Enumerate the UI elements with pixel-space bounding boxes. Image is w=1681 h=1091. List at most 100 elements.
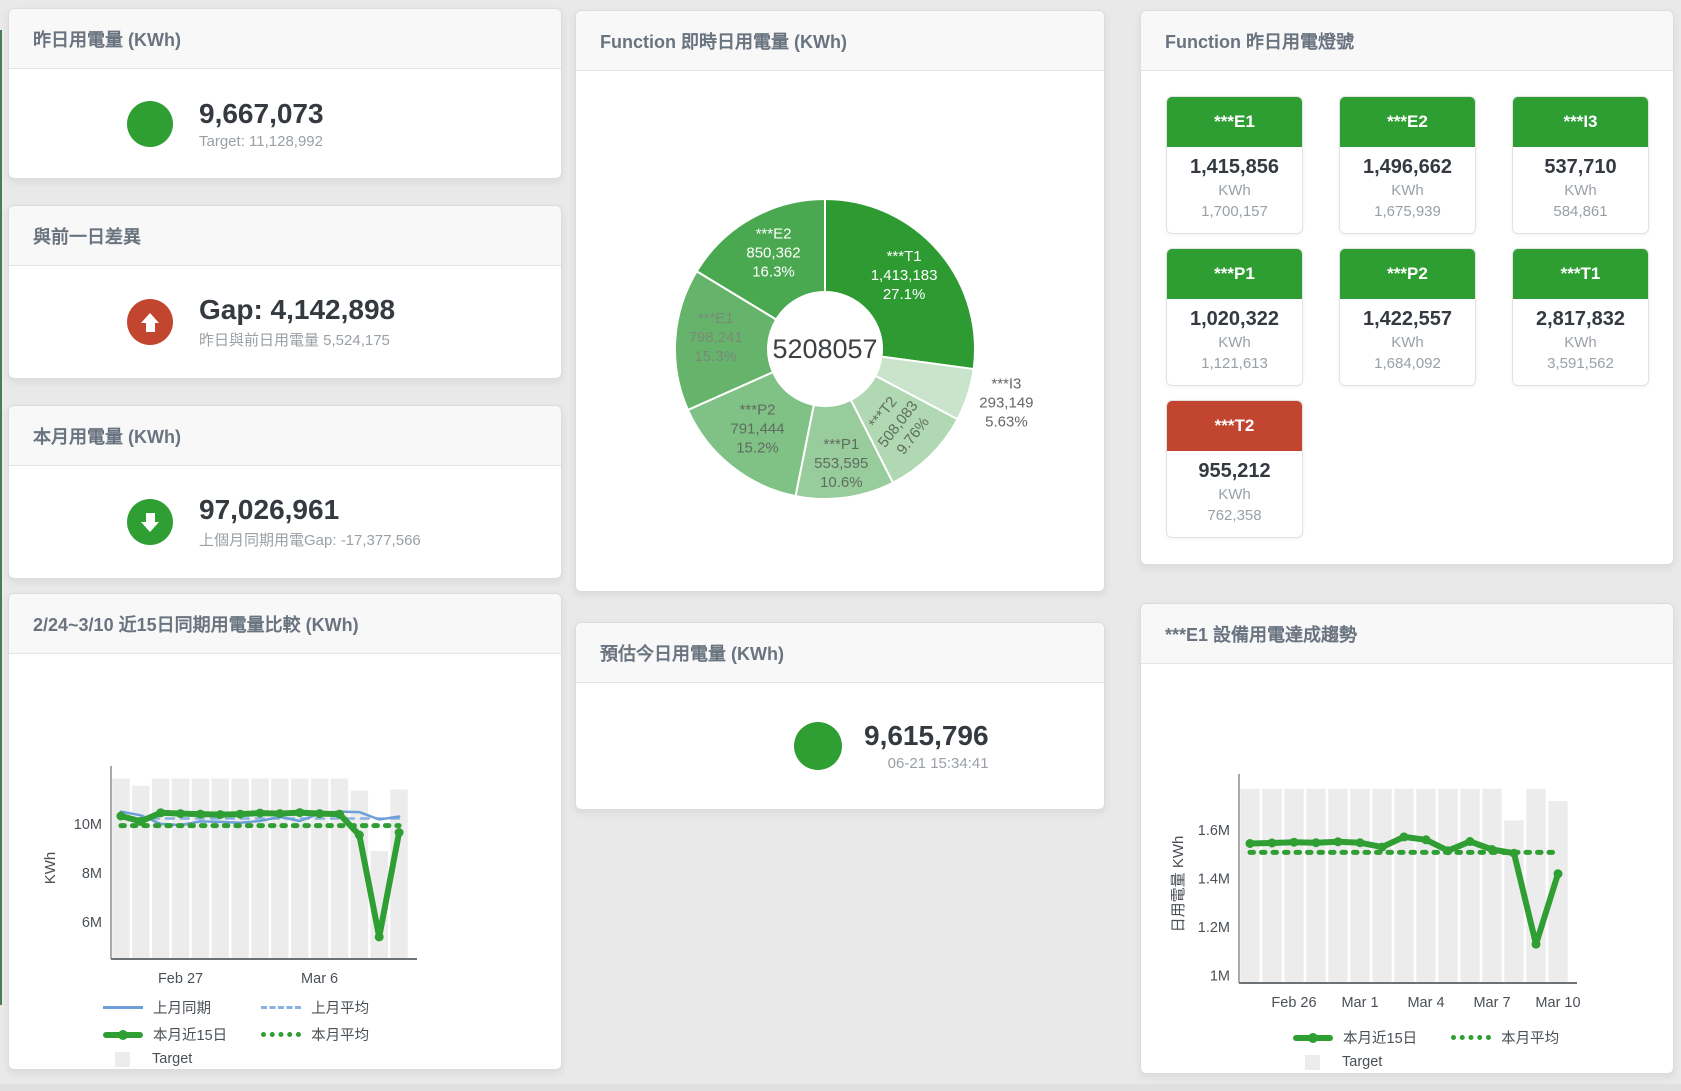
target-bar <box>1372 789 1391 983</box>
target-bar <box>1482 789 1501 983</box>
stat-subtext: Target: 11,128,992 <box>199 133 324 150</box>
legend-label: 上月同期 <box>153 997 211 1018</box>
card-header: Function 昨日用電燈號 <box>1141 11 1673 71</box>
slice-label: ***I3293,1495.63% <box>979 375 1033 430</box>
legend-label: 本月平均 <box>1501 1027 1559 1048</box>
legend-swatch-gray-square-icon <box>1305 1055 1320 1070</box>
target-bar <box>1240 789 1259 983</box>
card-header: 預估今日用電量 (KWh) <box>576 623 1104 683</box>
stat-value: 9,667,073 <box>199 98 324 130</box>
legend-label: 上月平均 <box>311 997 369 1018</box>
tile-unit: KWh <box>1171 332 1298 353</box>
svg-text:1.4M: 1.4M <box>1198 872 1230 888</box>
target-bar <box>1438 789 1457 983</box>
svg-text:Feb 27: Feb 27 <box>158 971 203 987</box>
tile-name: ***E1 <box>1214 112 1255 132</box>
card-header: 與前一日差異 <box>9 206 561 266</box>
stat-body: 9,667,073 Target: 11,128,992 <box>9 69 561 178</box>
target-bar <box>1306 789 1325 983</box>
card-title: 昨日用電量 (KWh) <box>33 26 181 52</box>
legend-swatch-blue-dash-icon <box>261 1006 301 1009</box>
donut-chart[interactable]: ***T11,413,18327.1%***I3293,1495.63%***T… <box>576 71 1104 581</box>
light-tile-p1: ***P11,020,322KWh1,121,613 <box>1166 248 1303 386</box>
legend-item[interactable]: Target <box>1293 1054 1417 1070</box>
stat-body: Gap: 4,142,898 昨日與前日用電量 5,524,175 <box>9 266 561 378</box>
tile-name: ***T1 <box>1561 264 1601 284</box>
status-circle-green-icon <box>127 101 173 147</box>
target-bar <box>1350 789 1369 983</box>
stat-text: Gap: 4,142,898 昨日與前日用電量 5,524,175 <box>199 294 395 350</box>
legend-swatch-gray-square-icon <box>115 1052 130 1067</box>
trend-chart-wrap: 1M1.2M1.4M1.6MFeb 26Mar 1Mar 4Mar 7Mar 1… <box>1141 664 1673 1070</box>
tile-unit: KWh <box>1344 332 1471 353</box>
svg-text:10M: 10M <box>74 817 102 833</box>
trend-chart[interactable]: 1M1.2M1.4M1.6MFeb 26Mar 1Mar 4Mar 7Mar 1… <box>1149 664 1657 1012</box>
tile-value: 537,710 <box>1517 154 1644 180</box>
target-bar <box>1416 789 1435 983</box>
target-bar <box>1328 789 1347 983</box>
tile-value: 1,020,322 <box>1171 306 1298 332</box>
legend-item[interactable]: 本月平均 <box>1451 1027 1559 1048</box>
legend-item[interactable]: 本月近15日 <box>103 1024 227 1045</box>
tile-name: ***P2 <box>1387 264 1428 284</box>
tile-unit: KWh <box>1517 180 1644 201</box>
legend-label: 本月近15日 <box>153 1024 227 1045</box>
tile-body: 1,422,557KWh1,684,092 <box>1340 299 1475 385</box>
tile-status-header: ***E1 <box>1167 97 1302 147</box>
tile-target-value: 3,591,562 <box>1517 353 1644 374</box>
tile-target-value: 1,684,092 <box>1344 353 1471 374</box>
card-header: 昨日用電量 (KWh) <box>9 9 561 69</box>
legend-item[interactable]: 本月平均 <box>261 1024 369 1045</box>
svg-text:8M: 8M <box>82 866 102 882</box>
stat-text: 97,026,961 上個月同期用電Gap: -17,377,566 <box>199 494 421 550</box>
light-tile-t2: ***T2955,212KWh762,358 <box>1166 400 1303 538</box>
tile-value: 1,422,557 <box>1344 306 1471 332</box>
legend-item[interactable]: 上月同期 <box>103 997 227 1018</box>
svg-text:Mar 7: Mar 7 <box>1473 995 1510 1011</box>
trend-legend: 本月近15日 本月平均 Target <box>1293 1027 1559 1070</box>
stat-text: 9,615,796 06-21 15:34:41 <box>864 720 989 772</box>
tile-status-header: ***T2 <box>1167 401 1302 451</box>
tile-value: 1,415,856 <box>1171 154 1298 180</box>
card-title: 2/24~3/10 近15日同期用電量比較 (KWh) <box>33 611 359 637</box>
target-bar <box>1504 820 1523 983</box>
legend-item[interactable]: 上月平均 <box>261 997 369 1018</box>
compare-chart[interactable]: 6M8M10MFeb 27Mar 6KWh <box>17 654 553 990</box>
tile-name: ***E2 <box>1387 112 1428 132</box>
card-title: ***E1 設備用電達成趨勢 <box>1165 621 1357 647</box>
tile-name: ***P1 <box>1214 264 1255 284</box>
card-trend-chart: ***E1 設備用電達成趨勢 1M1.2M1.4M1.6MFeb 26Mar 1… <box>1140 603 1674 1074</box>
legend-swatch-blue-line-icon <box>103 1006 143 1009</box>
tile-target-value: 1,700,157 <box>1171 201 1298 222</box>
target-bar <box>152 779 170 960</box>
stat-text: 9,667,073 Target: 11,128,992 <box>199 98 324 150</box>
legend-swatch-green-dot-icon <box>1451 1035 1491 1040</box>
target-bar <box>172 779 190 960</box>
card-header: 本月用電量 (KWh) <box>9 406 561 466</box>
compare-legend: 上月同期 上月平均本月近15日 本月平均 Target <box>103 997 369 1067</box>
target-bar <box>311 779 329 960</box>
arrow-down-icon <box>127 499 173 545</box>
card-header: Function 即時日用電量 (KWh) <box>576 11 1104 71</box>
svg-text:Mar 4: Mar 4 <box>1407 995 1444 1011</box>
stat-subtext: 上個月同期用電Gap: -17,377,566 <box>199 529 421 550</box>
tile-status-header: ***T1 <box>1513 249 1648 299</box>
target-bar <box>291 779 309 960</box>
svg-text:Feb 26: Feb 26 <box>1271 995 1316 1011</box>
legend-swatch-green-line-icon <box>1293 1035 1333 1041</box>
bottom-band <box>0 1084 1681 1091</box>
tile-body: 2,817,832KWh3,591,562 <box>1513 299 1648 385</box>
legend-item[interactable]: Target <box>103 1051 227 1067</box>
svg-text:1M: 1M <box>1210 969 1230 985</box>
target-bar <box>1262 789 1281 983</box>
tile-unit: KWh <box>1344 180 1471 201</box>
legend-item[interactable]: 本月近15日 <box>1293 1027 1417 1048</box>
stat-subtext: 昨日與前日用電量 5,524,175 <box>199 329 395 350</box>
lights-grid: ***E11,415,856KWh1,700,157***E21,496,662… <box>1166 96 1649 538</box>
stat-value: Gap: 4,142,898 <box>199 294 395 326</box>
tile-target-value: 584,861 <box>1517 201 1644 222</box>
tile-unit: KWh <box>1517 332 1644 353</box>
card-title: Function 即時日用電量 (KWh) <box>600 28 847 54</box>
svg-text:6M: 6M <box>82 915 102 931</box>
legend-label: 本月近15日 <box>1343 1027 1417 1048</box>
